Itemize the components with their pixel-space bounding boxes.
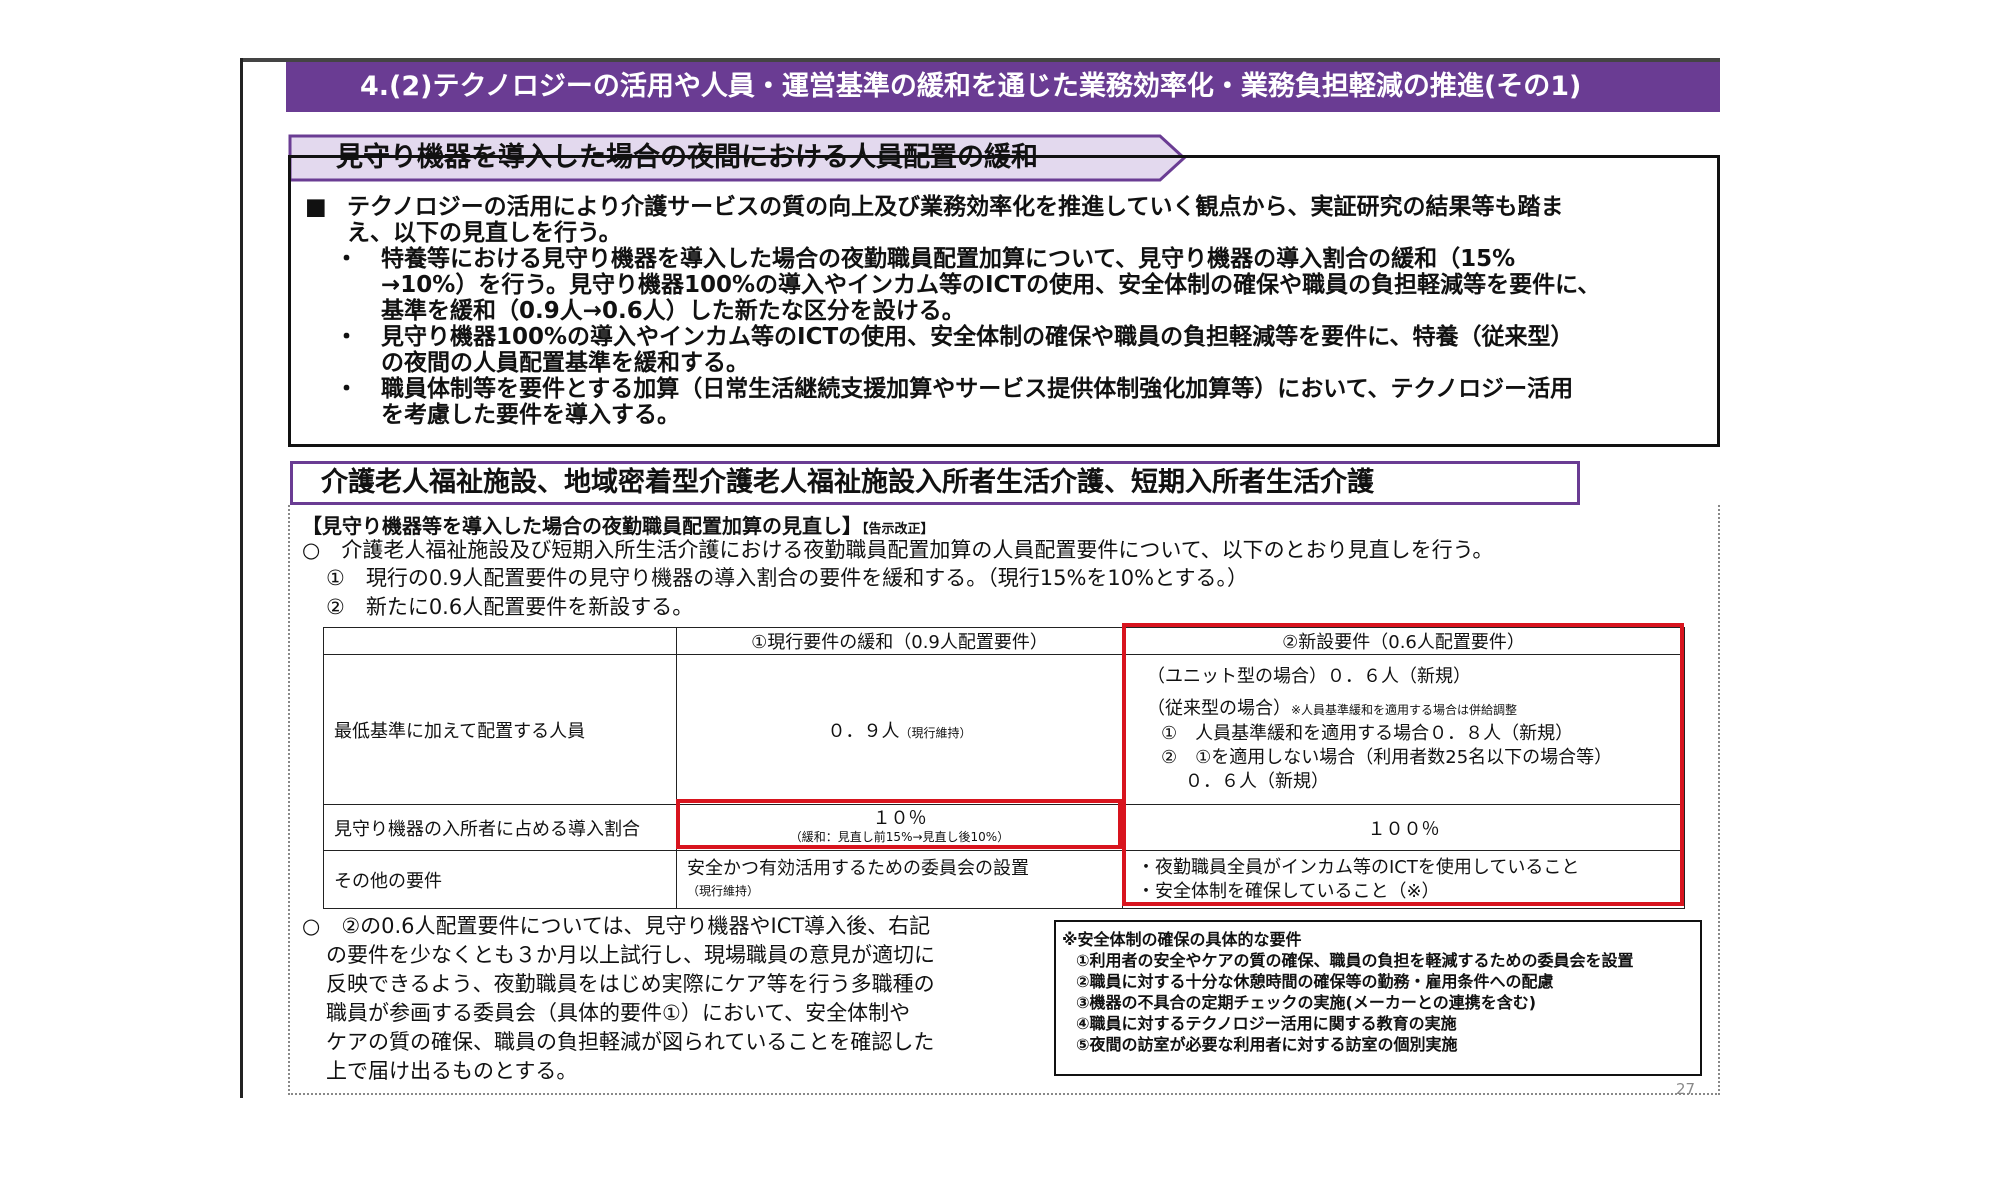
list-item: ⑤夜間の訪室が必要な利用者に対する訪室の個別実施 [1076, 1035, 1458, 1054]
slide-header: 4.(2)テクノロジーの活用や人員・運営基準の緩和を通じた業務効率化・業務負担軽… [286, 62, 1720, 112]
paragraph-item-2: ② 新たに0.6人配置要件を新設する。 [326, 595, 694, 619]
subheading: 【見守り機器等を導入した場合の夜勤職員配置加算の見直し】【告示改正】 [302, 514, 934, 538]
slide-title: 4.(2)テクノロジーの活用や人員・運営基準の緩和を通じた業務効率化・業務負担軽… [360, 71, 1582, 102]
paragraph-trial-note: ○ ②の0.6人配置要件については、見守り機器やICT導入後、右記 の要件を少な… [302, 914, 935, 1083]
table-header-row: ①現行要件の緩和（0.9人配置要件） ②新設要件（0.6人配置要件） [323, 627, 1685, 655]
cell-current-ratio: １０％ （緩和：見直し前15%→見直し後10%） [676, 804, 1123, 851]
col-header-current: ①現行要件の緩和（0.9人配置要件） [676, 627, 1123, 655]
notice-revision-tag: 【告示改正】 [862, 522, 934, 537]
lead-paragraph: ■ テクノロジーの活用により介護サービスの質の向上及び業務効率化を推進していく観… [305, 194, 1564, 220]
safety-box-title: ※安全体制の確保の具体的な要件 [1062, 930, 1302, 949]
list-item: ①利用者の安全やケアの質の確保、職員の負担を軽減するための委員会を設置 [1076, 951, 1634, 970]
paragraph-intro: ○ 介護老人福祉施設及び短期入所生活介護における夜勤職員配置加算の人員配置要件に… [302, 538, 1494, 562]
dot-bullet-icon: ・ [335, 324, 358, 350]
table-row: 最低基準に加えて配置する人員 ０．９人（現行維持） （ユニット型の場合）０．６人… [323, 654, 1685, 805]
section1-title-tab: 見守り機器を導入した場合の夜間における人員配置の緩和 [288, 134, 1188, 182]
list-item: ④職員に対するテクノロジー活用に関する教育の実施 [1076, 1014, 1457, 1033]
requirements-table: ①現行要件の緩和（0.9人配置要件） ②新設要件（0.6人配置要件） 最低基準に… [323, 627, 1685, 909]
bullet-item-3: ・ 職員体制等を要件とする加算（日常生活継続支援加算やサービス提供体制強化加算等… [335, 376, 1574, 402]
page-number: 27 [1676, 1080, 1696, 1098]
section1-content-box: ■ テクノロジーの活用により介護サービスの質の向上及び業務効率化を推進していく観… [288, 155, 1720, 447]
safety-requirements-box: ※安全体制の確保の具体的な要件 ①利用者の安全やケアの質の確保、職員の負担を軽減… [1054, 920, 1702, 1076]
square-bullet-icon: ■ [305, 194, 327, 220]
bullet-item-1: ・ 特養等における見守り機器を導入した場合の夜勤職員配置加算について、見守り機器… [335, 246, 1516, 272]
row-label-ratio: 見守り機器の入所者に占める導入割合 [323, 804, 677, 851]
table-row: 見守り機器の入所者に占める導入割合 １０％ （緩和：見直し前15%→見直し後10… [323, 804, 1685, 851]
dot-bullet-icon: ・ [335, 376, 358, 402]
col-header-new: ②新設要件（0.6人配置要件） [1122, 627, 1685, 655]
section2-title: 介護老人福祉施設、地域密着型介護老人福祉施設入所者生活介護、短期入所者生活介護 [321, 467, 1374, 498]
left-border-line [240, 58, 243, 1098]
section1-title: 見守り機器を導入した場合の夜間における人員配置の緩和 [336, 142, 1038, 173]
section2-title-box: 介護老人福祉施設、地域密着型介護老人福祉施設入所者生活介護、短期入所者生活介護 [290, 461, 1580, 505]
row-label-staffing: 最低基準に加えて配置する人員 [323, 654, 677, 805]
paragraph-item-1: ① 現行の0.9人配置要件の見守り機器の導入割合の要件を緩和する。（現行15%を… [326, 566, 1248, 590]
cell-new-ratio: １００％ [1122, 804, 1685, 851]
lead-line2: え、以下の見直しを行う。 [347, 220, 622, 246]
cell-new-other: ・夜勤職員全員がインカム等のICTを使用していること ・安全体制を確保しているこ… [1122, 850, 1685, 909]
cell-current-staffing: ０．９人（現行維持） [676, 654, 1123, 805]
cell-current-other: 安全かつ有効活用するための委員会の設置 （現行維持） [676, 850, 1123, 909]
cell-new-staffing: （ユニット型の場合）０．６人（新規） （従来型の場合）※人員基準緩和を適用する場… [1122, 654, 1685, 805]
list-item: ③機器の不具合の定期チェックの実施(メーカーとの連携を含む) [1076, 993, 1537, 1012]
list-item: ②職員に対する十分な休憩時間の確保等の勤務・雇用条件への配慮 [1076, 972, 1554, 991]
dot-bullet-icon: ・ [335, 246, 358, 272]
bullet-item-2: ・ 見守り機器100%の導入やインカム等のICTの使用、安全体制の確保や職員の負… [335, 324, 1574, 350]
row-label-other: その他の要件 [323, 850, 677, 909]
table-row: その他の要件 安全かつ有効活用するための委員会の設置 （現行維持） ・夜勤職員全… [323, 850, 1685, 909]
